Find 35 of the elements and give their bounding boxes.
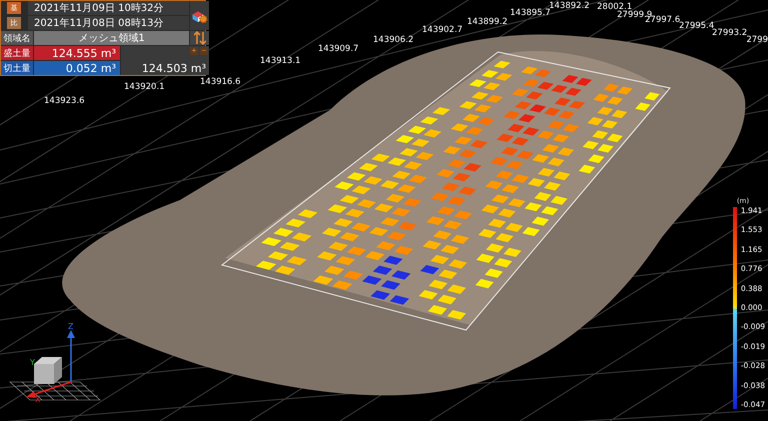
axis-label: Y [30, 358, 35, 367]
axis-label: X [35, 395, 40, 404]
coordinate-label: 143913.1 [260, 56, 301, 66]
net-volume: 124.503 m³ [142, 62, 207, 75]
fill-volume-label: 盛土量 [1, 46, 33, 60]
base-date: 2021年11月09日 10時32分 [28, 1, 189, 15]
sort-button[interactable] [190, 31, 209, 45]
axis-label: Z [68, 322, 74, 331]
zoom-button[interactable]: + [190, 47, 198, 55]
coordinate-label: 143916.6 [200, 77, 241, 87]
coordinate-label: 143895.7 [510, 8, 551, 18]
coordinate-label: 27993.2 [712, 28, 748, 38]
coordinate-label: 143906.2 [373, 35, 414, 45]
cube-icon [34, 357, 62, 384]
coordinate-label: 143902.7 [422, 25, 463, 35]
coordinate-label: 28002.1 [597, 2, 632, 12]
coordinate-label: 143899.2 [467, 17, 508, 27]
coordinate-label: 27997.6 [645, 15, 680, 25]
z-axis-arrow [67, 330, 75, 382]
compare-date: 2021年11月08日 08時13分 [28, 16, 189, 30]
coordinate-label: 27995.4 [679, 21, 714, 31]
coordinate-label: 143909.7 [318, 44, 359, 54]
coordinate-label: 2799 [746, 35, 768, 45]
cut-volume: 0.052 m³ [34, 61, 120, 75]
zoom-button[interactable]: − [200, 47, 208, 55]
cut-volume-label: 切土量 [1, 61, 33, 75]
fill-volume: 124.555 m³ [34, 46, 120, 60]
settings-button[interactable] [190, 1, 209, 30]
area-label: 領域名 [1, 31, 33, 45]
coordinate-label: 143920.1 [124, 82, 165, 92]
x-axis-arrow [26, 381, 72, 398]
coordinate-label: 143892.2 [549, 1, 590, 11]
sort-icon [194, 31, 206, 45]
area-name: メッシュ領域1 [34, 31, 189, 45]
coordinate-label: 143923.6 [44, 96, 85, 106]
